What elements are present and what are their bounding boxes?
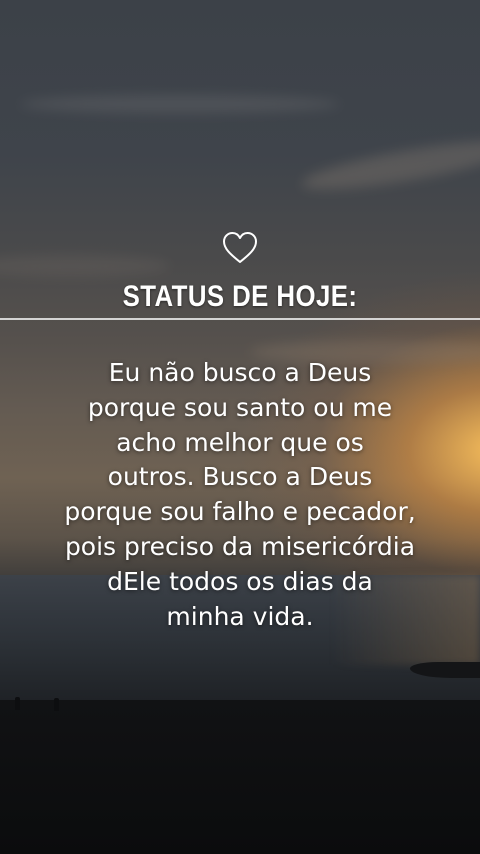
quote-line: porque sou falho e pecador, [64, 497, 416, 527]
quote-line: outros. Busco a Deus [107, 462, 373, 492]
quote-line: minha vida. [166, 601, 314, 631]
quote-line: pois preciso da misericórdia [64, 531, 416, 561]
status-title: STATUS DE HOJE: [122, 280, 358, 313]
quote-line: Eu não busco a Deus [108, 358, 372, 387]
quote-line: dEle todos os dias da [107, 566, 373, 596]
title-divider [0, 318, 480, 320]
quote-line: porque sou santo ou me [87, 392, 393, 422]
quote-line: acho melhor que os [116, 427, 364, 457]
heart-outline-icon [223, 232, 257, 263]
status-card: STATUS DE HOJE: Eu não busco a Deus porq… [0, 0, 480, 854]
quote-text: Eu não busco a Deus porque sou santo ou … [30, 356, 450, 634]
